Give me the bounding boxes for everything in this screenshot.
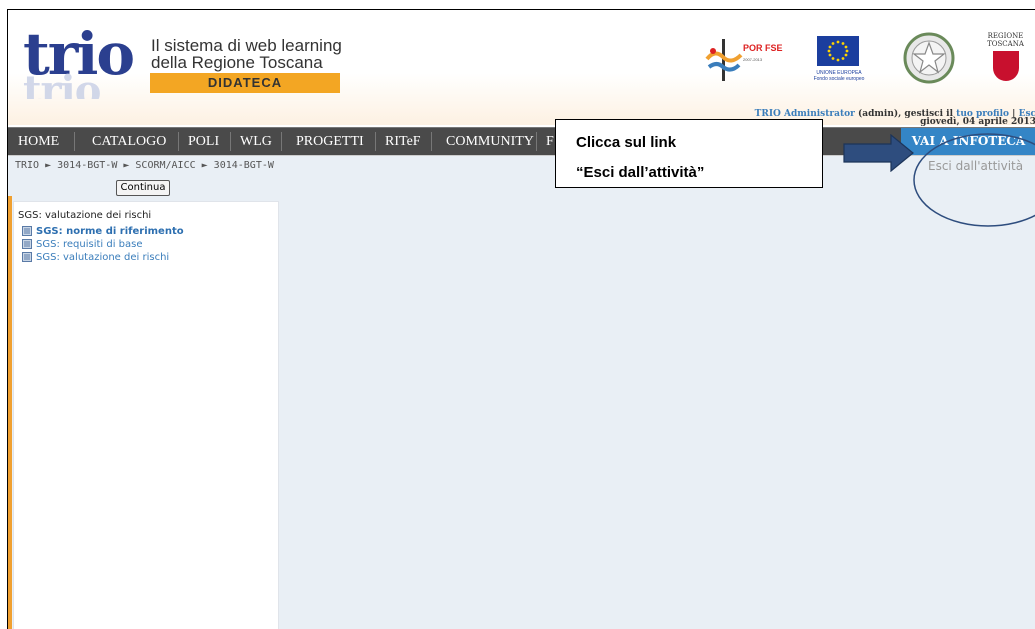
nav-item-ritef[interactable]: RITeF bbox=[375, 128, 431, 155]
document-icon bbox=[22, 252, 32, 262]
tree-item-label: SGS: valutazione dei rischi bbox=[36, 252, 170, 263]
regione-toscana-logo: REGIONE TOSCANA bbox=[983, 32, 1028, 88]
por-fse-mark-icon bbox=[705, 39, 743, 81]
section-badge: DIDATECA bbox=[150, 73, 340, 93]
tree-root: SGS: valutazione dei rischi bbox=[18, 210, 152, 221]
por-title: POR FSE bbox=[743, 43, 783, 53]
callout-line-2: “Esci dall’attività” bbox=[576, 164, 705, 181]
tree-item[interactable]: SGS: valutazione dei rischi bbox=[22, 252, 170, 263]
eu-label: UNIONE EUROPEA Fondo sociale europeo bbox=[810, 70, 868, 82]
logo-reflection: trio bbox=[23, 71, 101, 99]
site-tagline: Il sistema di web learning della Regione… bbox=[151, 37, 342, 71]
nav-item-poli[interactable]: POLI bbox=[178, 128, 229, 155]
nav-item-catalogo[interactable]: CATALOGO bbox=[82, 128, 176, 155]
tree-item-label: SGS: norme di riferimento bbox=[36, 226, 184, 237]
eu-flag-icon bbox=[817, 36, 859, 66]
nav-separator bbox=[431, 132, 432, 151]
document-icon bbox=[22, 239, 32, 249]
por-fse-logo: POR FSE 2007-2013 bbox=[705, 37, 785, 83]
highlight-ellipse-icon bbox=[913, 133, 1035, 227]
site-header: trio trio Il sistema di web learning del… bbox=[8, 10, 1035, 127]
nav-separator bbox=[281, 132, 282, 151]
tagline-line-2: della Regione Toscana bbox=[151, 53, 323, 72]
eu-logo: UNIONE EUROPEA Fondo sociale europeo bbox=[810, 36, 868, 84]
continue-button[interactable]: Continua bbox=[116, 180, 170, 196]
tree-item-label: SGS: requisiti di base bbox=[36, 239, 143, 250]
browser-viewport: trio trio Il sistema di web learning del… bbox=[7, 9, 1035, 629]
document-icon bbox=[22, 226, 32, 236]
right-arrow-icon bbox=[843, 134, 914, 172]
toscana-label-1: REGIONE bbox=[987, 32, 1024, 40]
tagline-line-1: Il sistema di web learning bbox=[151, 36, 342, 55]
callout-line-1: Clicca sul link bbox=[576, 134, 677, 151]
breadcrumb[interactable]: TRIO ► 3014-BGT-W ► SCORM/AICC ► 3014-BG… bbox=[15, 160, 274, 171]
italian-republic-emblem-icon bbox=[903, 32, 955, 84]
nav-item-progetti[interactable]: PROGETTI bbox=[286, 128, 374, 155]
por-years: 2007-2013 bbox=[743, 57, 763, 62]
trio-logo[interactable]: trio trio bbox=[23, 25, 135, 103]
nav-item-community[interactable]: COMMUNITY bbox=[436, 128, 544, 155]
tree-item[interactable]: SGS: norme di riferimento bbox=[22, 226, 184, 237]
nav-item-wlg[interactable]: WLG bbox=[230, 128, 282, 155]
nav-item-home[interactable]: HOME bbox=[8, 128, 69, 155]
nav-separator bbox=[74, 132, 75, 151]
eu-sublabel-text: Fondo sociale europeo bbox=[813, 76, 865, 82]
user-name-link[interactable]: TRIO Administrator bbox=[755, 109, 855, 119]
toscana-shield-icon bbox=[992, 51, 1019, 81]
left-accent-bar bbox=[8, 196, 12, 629]
tree-item[interactable]: SGS: requisiti di base bbox=[22, 239, 143, 250]
instruction-callout: Clicca sul link “Esci dall’attività” bbox=[555, 119, 823, 188]
scorm-tree-panel: SGS: valutazione dei rischi SGS: norme d… bbox=[13, 201, 279, 629]
current-date: giovedì, 04 aprile 2013 bbox=[920, 117, 1035, 127]
toscana-label-2: TOSCANA bbox=[987, 40, 1024, 48]
